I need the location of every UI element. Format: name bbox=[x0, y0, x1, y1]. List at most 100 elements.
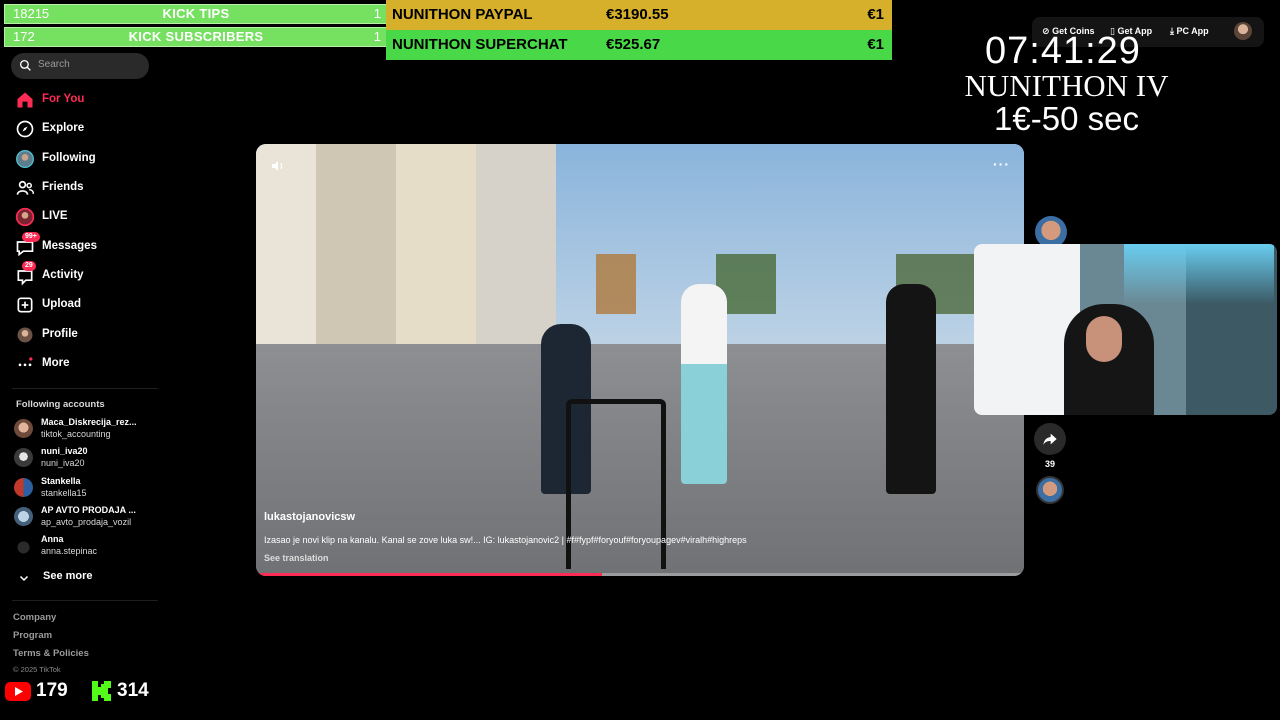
nunithon-title: NUNITHON IV bbox=[964, 68, 1169, 103]
kick-icon bbox=[92, 681, 111, 701]
account-username: stankella15 bbox=[41, 488, 87, 498]
profile-avatar-icon bbox=[17, 327, 33, 343]
video-trees bbox=[556, 254, 1024, 314]
footer-company-link[interactable]: Company bbox=[13, 612, 56, 623]
video-person-black bbox=[886, 284, 936, 494]
see-translation-button[interactable]: See translation bbox=[264, 553, 329, 563]
copyright-text: © 2025 TikTok bbox=[13, 665, 61, 674]
account-name: Anna bbox=[41, 534, 64, 544]
footer-program-link[interactable]: Program bbox=[13, 630, 52, 641]
nav-messages[interactable]: 99+ Messages bbox=[12, 232, 152, 259]
account-username: ap_avto_prodaja_vozil bbox=[41, 517, 132, 527]
streamer-webcam bbox=[974, 244, 1277, 415]
nav-messages-label: Messages bbox=[42, 240, 97, 252]
chevron-down-icon bbox=[19, 575, 29, 582]
nav-explore-label: Explore bbox=[42, 122, 85, 134]
nav-more-label: More bbox=[42, 357, 70, 369]
download-icon: ⤓ bbox=[1170, 26, 1174, 36]
sidebar-divider bbox=[12, 388, 158, 389]
kick-tips-label: KICK TIPS bbox=[162, 6, 230, 21]
nunithon-superchat-unit: €1 bbox=[867, 36, 884, 53]
share-icon bbox=[1043, 433, 1057, 445]
messages-badge: 99+ bbox=[22, 232, 40, 242]
kick-viewer-count: 314 bbox=[117, 680, 149, 701]
nav-for-you-label: For You bbox=[42, 93, 85, 105]
upload-plus-icon bbox=[17, 297, 33, 313]
video-progress-bar[interactable] bbox=[256, 573, 1024, 576]
pc-app-button[interactable]: ⤓ PC App bbox=[1170, 26, 1209, 37]
share-button[interactable] bbox=[1034, 423, 1066, 455]
account-item[interactable]: Maca_Diskrecija_rez... tiktok_accounting bbox=[14, 417, 164, 443]
video-buildings bbox=[256, 144, 556, 374]
nav-upload-label: Upload bbox=[42, 298, 81, 310]
nunithon-paypal-unit: €1 bbox=[867, 6, 884, 23]
volume-icon[interactable] bbox=[270, 158, 286, 174]
nunithon-superchat-amount: €525.67 bbox=[606, 36, 661, 53]
more-options-icon[interactable]: ··· bbox=[993, 156, 1010, 172]
live-avatar-icon bbox=[15, 207, 35, 227]
account-item[interactable]: nuni_iva20 nuni_iva20 bbox=[14, 446, 164, 472]
nav-live[interactable]: LIVE bbox=[12, 205, 152, 229]
nunithon-superchat-bar: NUNITHON SUPERCHAT €525.67 €1 bbox=[386, 30, 892, 60]
music-disc-avatar[interactable] bbox=[1036, 476, 1064, 504]
sidebar-divider bbox=[12, 600, 158, 601]
nav-profile[interactable]: Profile bbox=[12, 323, 152, 347]
account-name: Stankella bbox=[41, 476, 81, 486]
compass-icon bbox=[16, 120, 34, 138]
share-count: 39 bbox=[1044, 459, 1055, 469]
video-description: Izasao je novi klip na kanalu. Kanal se … bbox=[264, 535, 747, 545]
account-avatar bbox=[14, 536, 33, 555]
video-progress-fill bbox=[256, 573, 602, 576]
account-name: Maca_Diskrecija_rez... bbox=[41, 417, 137, 427]
friends-icon bbox=[16, 180, 35, 195]
home-icon bbox=[17, 92, 33, 108]
youtube-icon bbox=[5, 682, 31, 701]
nav-live-label: LIVE bbox=[42, 210, 68, 222]
youtube-viewer-count: 179 bbox=[36, 680, 68, 701]
more-dots-icon bbox=[18, 357, 33, 367]
video-player[interactable]: ··· lukastojanovicsw Izasao je novi klip… bbox=[256, 144, 1024, 576]
nav-following[interactable]: Following bbox=[12, 147, 152, 171]
kick-subscribers-bar: 172 KICK SUBSCRIBERS 1 bbox=[4, 27, 388, 47]
account-username: nuni_iva20 bbox=[41, 458, 85, 468]
webcam-streamer-head bbox=[1086, 316, 1122, 362]
nav-friends-label: Friends bbox=[42, 181, 84, 193]
nav-activity[interactable]: 29 Activity bbox=[12, 261, 152, 288]
nav-upload[interactable]: Upload bbox=[12, 293, 152, 317]
account-item[interactable]: AP AVTO PRODAJA ... ap_avto_prodaja_vozi… bbox=[14, 505, 164, 531]
nav-friends[interactable]: Friends bbox=[12, 176, 152, 200]
nunithon-superchat-label: NUNITHON SUPERCHAT bbox=[392, 36, 568, 53]
search-input[interactable]: Search bbox=[11, 53, 149, 79]
user-avatar[interactable] bbox=[1234, 22, 1252, 40]
kick-tips-bar: 18215 KICK TIPS 1 bbox=[4, 4, 388, 24]
pc-app-label: PC App bbox=[1176, 26, 1209, 36]
footer-terms-link[interactable]: Terms & Policies bbox=[13, 648, 89, 659]
account-avatar bbox=[14, 478, 33, 497]
nav-for-you[interactable]: For You bbox=[12, 88, 152, 112]
webcam-led-light bbox=[1124, 244, 1274, 304]
nunithon-paypal-bar: NUNITHON PAYPAL €3190.55 €1 bbox=[386, 0, 892, 30]
following-avatar-icon bbox=[16, 150, 34, 168]
activity-badge: 29 bbox=[22, 261, 36, 271]
nav-explore[interactable]: Explore bbox=[12, 117, 152, 141]
account-avatar bbox=[14, 448, 33, 467]
nav-more[interactable]: More bbox=[12, 352, 152, 376]
nunithon-paypal-label: NUNITHON PAYPAL bbox=[392, 6, 533, 23]
search-placeholder: Search bbox=[38, 59, 70, 70]
account-avatar bbox=[14, 507, 33, 526]
nav-activity-label: Activity bbox=[42, 269, 84, 281]
account-username: tiktok_accounting bbox=[41, 429, 111, 439]
nunithon-paypal-amount: €3190.55 bbox=[606, 6, 669, 23]
account-item[interactable]: Anna anna.stepinac bbox=[14, 534, 164, 560]
nav-profile-label: Profile bbox=[42, 328, 78, 340]
kick-subscribers-label: KICK SUBSCRIBERS bbox=[128, 29, 264, 44]
search-icon bbox=[19, 59, 31, 71]
video-author[interactable]: lukastojanovicsw bbox=[264, 511, 355, 523]
account-item[interactable]: Stankella stankella15 bbox=[14, 476, 164, 502]
account-avatar bbox=[14, 419, 33, 438]
see-more-label: See more bbox=[43, 570, 93, 582]
nunithon-rate: 1€-50 sec bbox=[994, 100, 1139, 137]
video-person-white-shirt bbox=[681, 284, 727, 484]
nav-following-label: Following bbox=[42, 152, 96, 164]
following-accounts-title: Following accounts bbox=[16, 399, 105, 410]
